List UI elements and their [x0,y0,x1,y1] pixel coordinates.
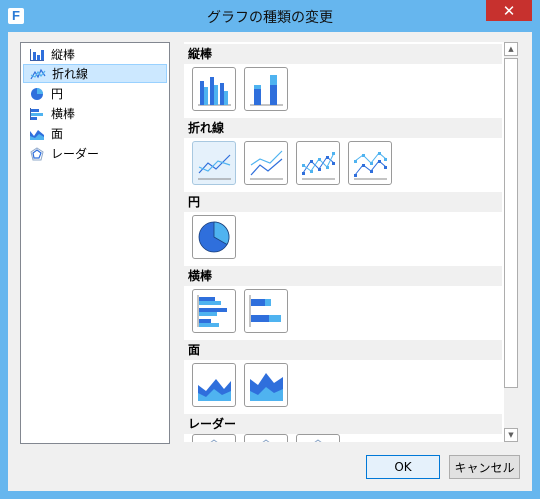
chart-type-item-area[interactable]: 面 [23,124,167,143]
chart-type-label: 円 [51,87,64,101]
pie-chart-icon [31,87,43,100]
arrow-down-icon: ▼ [508,431,514,439]
section-header-bar: 横棒 [184,266,502,286]
thumbnail-stacked-line-with-markers[interactable] [348,141,392,185]
dialog-title: グラフの種類の変更 [207,10,333,26]
chart-type-item-bar[interactable]: 横棒 [23,104,167,123]
arrow-up-icon: ▲ [508,45,514,53]
gallery-vertical-scrollbar[interactable]: ▲ ▼ [504,42,518,442]
section-body-pie [184,212,502,264]
section-body-area [184,360,502,412]
thumbnail-clustered-column[interactable] [192,67,236,111]
thumbnail-line[interactable] [192,141,236,185]
section-header-area: 面 [184,340,502,360]
thumbnail-stacked-area[interactable] [244,363,288,407]
chart-type-label: 横棒 [51,107,76,121]
line-chart-icon [30,68,46,79]
title-bar: F グラフの種類の変更 ✕ [0,0,540,32]
section-body-column [184,64,502,116]
ok-button[interactable]: OK [366,455,440,479]
chart-type-item-pie[interactable]: 円 [23,84,167,103]
dialog-client-area: 縦棒 折れ線 円 横棒 面 レーダー 縦棒 折れ線 円 横棒 面 レーダー ▲ … [8,32,532,491]
thumbnail-radar-with-markers[interactable] [244,434,288,442]
thumbnail-stacked-line[interactable] [244,141,288,185]
thumbnail-stacked-column[interactable] [244,67,288,111]
thumbnail-filled-radar[interactable] [296,434,340,442]
section-header-radar: レーダー [184,414,502,434]
chart-type-label: 折れ線 [52,67,89,81]
chart-type-list[interactable]: 縦棒 折れ線 円 横棒 面 レーダー [20,42,170,444]
chart-subtype-gallery: 縦棒 折れ線 円 横棒 面 レーダー ▲ ▼ [184,42,518,442]
chart-type-label: 面 [51,127,64,141]
scroll-down-button[interactable]: ▼ [504,428,518,442]
thumbnail-area[interactable] [192,363,236,407]
section-body-bar [184,286,502,338]
chart-type-label: 縦棒 [51,48,76,62]
chart-type-item-line[interactable]: 折れ線 [23,64,167,83]
close-button[interactable]: ✕ [486,0,532,21]
chart-type-item-column[interactable]: 縦棒 [23,45,167,64]
section-header-column: 縦棒 [184,44,502,64]
thumbnail-line-with-markers[interactable] [296,141,340,185]
section-header-line: 折れ線 [184,118,502,138]
radar-chart-icon [30,146,44,160]
section-header-pie: 円 [184,192,502,212]
cancel-button[interactable]: キャンセル [449,455,520,479]
thumbnail-stacked-bar[interactable] [244,289,288,333]
section-body-line [184,138,502,190]
thumbnail-radar[interactable] [192,434,236,442]
scrollbar-thumb[interactable] [504,58,518,388]
close-icon: ✕ [502,2,516,20]
chart-type-item-radar[interactable]: レーダー [23,144,167,163]
section-body-radar [184,434,502,442]
thumbnail-clustered-bar[interactable] [192,289,236,333]
scroll-up-button[interactable]: ▲ [504,42,518,56]
area-chart-icon [30,129,44,140]
thumbnail-pie[interactable] [192,215,236,259]
column-chart-icon [30,48,44,61]
chart-type-label: レーダー [51,147,100,161]
change-chart-type-dialog: F グラフの種類の変更 ✕ 縦棒 折れ線 円 横棒 面 レーダー 縦棒 折れ線 … [0,0,540,499]
bar-chart-icon [30,107,43,120]
